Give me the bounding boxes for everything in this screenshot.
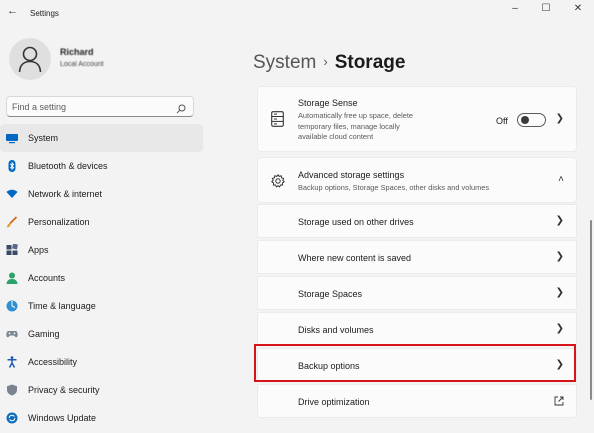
row-label: Disks and volumes	[298, 325, 374, 335]
title-bar: ← Settings – ☐ ✕	[0, 0, 594, 28]
user-icon	[18, 46, 42, 73]
close-button[interactable]: ✕	[568, 3, 588, 17]
chevron-right-icon: ❯	[555, 251, 564, 262]
scrollbar[interactable]	[590, 220, 592, 400]
chevron-right-icon: ❯	[555, 287, 564, 298]
system-icon	[6, 134, 18, 144]
chevron-up-icon[interactable]: ˄	[558, 174, 564, 185]
row-label: Storage Spaces	[298, 289, 363, 299]
storage-sense-toggle[interactable]	[517, 113, 546, 127]
sidebar-nav: System Bluetooth & devices Network & int…	[0, 124, 205, 432]
gamepad-icon	[6, 331, 18, 338]
accounts-icon	[6, 272, 18, 284]
row-label: Storage used on other drives	[298, 217, 414, 227]
search-box[interactable]	[6, 96, 194, 117]
sidebar-item-network[interactable]: Network & internet	[0, 180, 203, 208]
sidebar-item-personalization[interactable]: Personalization	[0, 208, 203, 236]
sidebar-item-gaming[interactable]: Gaming	[0, 320, 203, 348]
sidebar-item-system[interactable]: System	[0, 124, 203, 152]
advanced-storage-title: Advanced storage settings	[298, 170, 405, 180]
breadcrumb: System › Storage	[253, 52, 405, 74]
sidebar-item-label: Accessibility	[28, 357, 78, 367]
update-icon	[6, 412, 18, 424]
maximize-button[interactable]: ☐	[536, 3, 556, 17]
sidebar-item-label: Accounts	[28, 273, 66, 283]
disks-and-volumes-row[interactable]: Disks and volumes ❯	[257, 312, 577, 346]
avatar	[9, 38, 51, 80]
bluetooth-icon	[8, 160, 16, 172]
storage-sense-card[interactable]: Storage Sense Automatically free up spac…	[257, 86, 577, 152]
app-title: Settings	[30, 9, 59, 18]
minimize-button[interactable]: –	[505, 3, 525, 17]
search-input[interactable]	[12, 99, 172, 114]
sidebar-item-label: Privacy & security	[28, 385, 100, 395]
sidebar-item-label: Gaming	[28, 329, 60, 339]
sidebar-item-label: Bluetooth & devices	[28, 161, 108, 171]
sidebar-item-label: Apps	[28, 245, 49, 255]
sidebar-item-privacy-security[interactable]: Privacy & security	[0, 376, 203, 404]
storage-drive-icon	[271, 111, 284, 127]
storage-used-on-other-drives-row[interactable]: Storage used on other drives ❯	[257, 204, 577, 238]
search-icon[interactable]	[176, 101, 186, 119]
advanced-storage-description: Backup options, Storage Spaces, other di…	[298, 183, 490, 192]
chevron-right-icon[interactable]: ❯	[556, 113, 564, 124]
sidebar-item-accessibility[interactable]: Accessibility	[0, 348, 203, 376]
chevron-right-icon: ❯	[555, 323, 564, 334]
sidebar-item-label: Windows Update	[28, 413, 97, 423]
sidebar-item-label: Time & language	[28, 301, 96, 311]
apps-icon	[6, 244, 18, 255]
storage-sense-description: Automatically free up space, delete temp…	[298, 111, 414, 141]
sidebar-item-bluetooth[interactable]: Bluetooth & devices	[0, 152, 203, 180]
storage-spaces-row[interactable]: Storage Spaces ❯	[257, 276, 577, 310]
page-title: Storage	[334, 52, 406, 73]
where-new-content-is-saved-row[interactable]: Where new content is saved ❯	[257, 240, 577, 274]
breadcrumb-parent[interactable]: System	[253, 52, 316, 73]
sidebar-item-time-language[interactable]: Time & language	[0, 292, 203, 320]
back-arrow-icon[interactable]: ←	[7, 5, 18, 17]
storage-sense-title: Storage Sense	[298, 98, 358, 108]
backup-options-highlight	[254, 344, 576, 382]
sidebar-item-apps[interactable]: Apps	[0, 236, 203, 264]
profile-account-type: Local Account	[60, 61, 104, 68]
network-icon	[6, 189, 18, 198]
sidebar-item-label: Personalization	[28, 217, 90, 227]
brush-icon	[7, 216, 18, 228]
shield-icon	[7, 384, 17, 396]
sidebar-item-label: System	[28, 133, 59, 143]
drive-optimization-row[interactable]: Drive optimization	[257, 384, 577, 418]
storage-sense-state: Off	[496, 116, 508, 126]
external-link-icon	[554, 396, 564, 406]
sidebar-item-accounts[interactable]: Accounts	[0, 264, 203, 292]
globe-clock-icon	[6, 300, 18, 312]
profile-name: Richard	[60, 47, 94, 57]
accessibility-icon	[7, 356, 17, 368]
sidebar-item-windows-update[interactable]: Windows Update	[0, 404, 203, 432]
row-label: Drive optimization	[298, 397, 370, 407]
sidebar-item-label: Network & internet	[28, 189, 103, 199]
gear-icon	[271, 174, 285, 188]
toggle-knob	[521, 116, 529, 124]
row-label: Where new content is saved	[298, 253, 412, 263]
chevron-right-icon: ❯	[555, 215, 564, 226]
advanced-storage-settings-header[interactable]: Advanced storage settings Backup options…	[257, 157, 577, 203]
breadcrumb-separator: ›	[323, 54, 328, 69]
